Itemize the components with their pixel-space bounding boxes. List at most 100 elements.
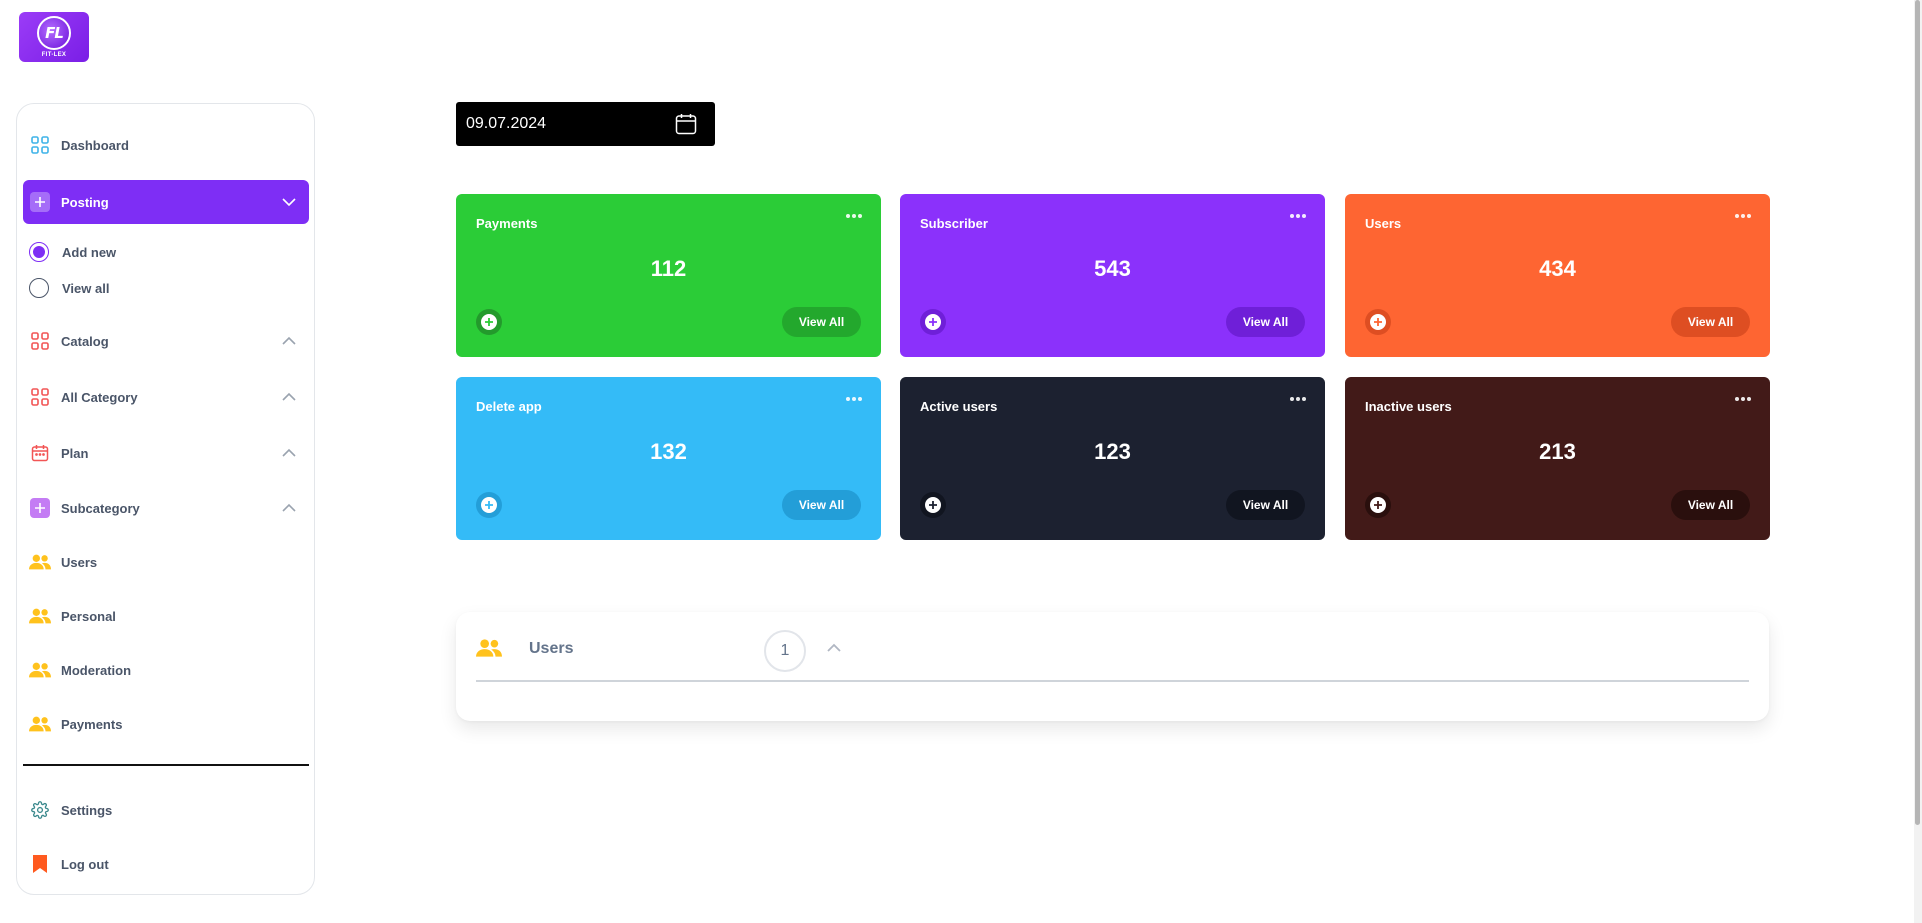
stat-card: Active users 123 View All bbox=[900, 377, 1325, 540]
sidebar-divider bbox=[23, 764, 309, 766]
sidebar-subitem-label: View all bbox=[62, 280, 110, 296]
sidebar-item-label: All Category bbox=[61, 389, 138, 405]
stat-card: Users 434 View All bbox=[1345, 194, 1770, 357]
chevron-down-icon[interactable] bbox=[281, 194, 297, 210]
plus-circle-icon bbox=[481, 314, 497, 330]
grid-icon bbox=[29, 386, 51, 408]
sidebar-subitem-add-new[interactable]: Add new bbox=[29, 238, 116, 266]
add-button[interactable] bbox=[920, 492, 946, 518]
sidebar-item-plan[interactable]: Plan bbox=[23, 431, 309, 475]
more-options-icon[interactable] bbox=[845, 396, 863, 402]
sidebar-item-label: Plan bbox=[61, 445, 89, 461]
more-options-icon[interactable] bbox=[1289, 213, 1307, 219]
view-all-button[interactable]: View All bbox=[1226, 307, 1305, 337]
sidebar-item-label: Moderation bbox=[61, 662, 132, 678]
sidebar-item-label: Log out bbox=[61, 856, 109, 872]
stat-card-title: Users bbox=[1365, 216, 1402, 231]
users-panel: Users 1 bbox=[456, 612, 1769, 721]
users-icon bbox=[29, 713, 51, 735]
users-count-badge: 1 bbox=[764, 630, 806, 672]
grid-icon bbox=[29, 134, 51, 156]
view-all-button[interactable]: View All bbox=[1671, 307, 1750, 337]
sidebar-subitem-label: Add new bbox=[62, 244, 117, 260]
sidebar-subitem-view-all[interactable]: View all bbox=[29, 274, 109, 302]
more-options-icon[interactable] bbox=[845, 213, 863, 219]
chevron-up-icon[interactable] bbox=[281, 389, 297, 405]
sidebar-item-settings[interactable]: Settings bbox=[23, 788, 309, 832]
sidebar-item-catalog[interactable]: Catalog bbox=[23, 319, 309, 363]
stat-card: Subscriber 543 View All bbox=[900, 194, 1325, 357]
sidebar-item-label: Settings bbox=[61, 802, 113, 818]
stat-card-value: 132 bbox=[650, 439, 687, 464]
sidebar-item-label: Dashboard bbox=[61, 137, 129, 153]
plus-circle-icon bbox=[1370, 497, 1386, 513]
calendar-icon bbox=[29, 442, 51, 464]
stat-card-value: 213 bbox=[1539, 439, 1576, 464]
sidebar-item-label: Users bbox=[61, 554, 98, 570]
sidebar-item-dashboard[interactable]: Dashboard bbox=[23, 123, 309, 167]
gear-icon bbox=[29, 799, 51, 821]
radio-selected[interactable] bbox=[29, 242, 49, 262]
add-button[interactable] bbox=[920, 309, 946, 335]
view-all-button[interactable]: View All bbox=[1671, 490, 1750, 520]
grid-icon bbox=[29, 330, 51, 352]
stat-card-value: 112 bbox=[650, 256, 687, 281]
sidebar-item-label: Personal bbox=[61, 608, 116, 624]
plus-circle-icon bbox=[1370, 314, 1386, 330]
sidebar-item-moderation[interactable]: Moderation bbox=[23, 648, 309, 692]
view-all-button[interactable]: View All bbox=[782, 307, 861, 337]
add-button[interactable] bbox=[1365, 492, 1391, 518]
stat-card: Payments 112 View All bbox=[456, 194, 881, 357]
app-logo[interactable]: FL FIT-LEX bbox=[19, 12, 89, 62]
radio-unselected[interactable] bbox=[29, 278, 49, 298]
stat-card-title: Delete app bbox=[476, 399, 542, 414]
more-options-icon[interactable] bbox=[1734, 396, 1752, 402]
sidebar-item-payments[interactable]: Payments bbox=[23, 702, 309, 746]
chevron-up-icon[interactable] bbox=[826, 640, 842, 656]
plus-circle-icon bbox=[925, 497, 941, 513]
plus-square-icon bbox=[29, 497, 51, 519]
stat-card-value: 123 bbox=[1094, 439, 1131, 464]
scrollbar-thumb[interactable] bbox=[1915, 0, 1920, 825]
sidebar-item-all-category[interactable]: All Category bbox=[23, 375, 309, 419]
add-button[interactable] bbox=[476, 492, 502, 518]
stat-card-title: Payments bbox=[476, 216, 538, 231]
date-input[interactable] bbox=[466, 115, 666, 133]
view-all-button[interactable]: View All bbox=[1226, 490, 1305, 520]
sidebar-item-logout[interactable]: Log out bbox=[23, 842, 309, 886]
sidebar-item-subcategory[interactable]: Subcategory bbox=[23, 486, 309, 530]
add-button[interactable] bbox=[476, 309, 502, 335]
logo-text: FIT-LEX bbox=[41, 52, 67, 58]
chevron-up-icon[interactable] bbox=[281, 445, 297, 461]
page-scrollbar[interactable] bbox=[1914, 0, 1922, 923]
users-icon bbox=[476, 638, 502, 663]
sidebar-item-personal[interactable]: Personal bbox=[23, 594, 309, 638]
stat-card: Delete app 132 View All bbox=[456, 377, 881, 540]
sidebar: Dashboard Posting Add new View all Catal… bbox=[16, 103, 315, 895]
stat-card: Inactive users 213 View All bbox=[1345, 377, 1770, 540]
sidebar-item-posting[interactable]: Posting bbox=[23, 180, 309, 224]
calendar-icon[interactable] bbox=[675, 113, 697, 135]
users-icon bbox=[29, 605, 51, 627]
sidebar-item-label: Posting bbox=[61, 194, 109, 210]
sidebar-item-users[interactable]: Users bbox=[23, 540, 309, 584]
chevron-up-icon[interactable] bbox=[281, 333, 297, 349]
logo-emblem: FL bbox=[37, 16, 71, 50]
view-all-button[interactable]: View All bbox=[782, 490, 861, 520]
logo-letters: FL bbox=[45, 24, 64, 42]
stat-card-value: 434 bbox=[1539, 256, 1576, 281]
add-button[interactable] bbox=[1365, 309, 1391, 335]
sidebar-item-label: Payments bbox=[61, 716, 123, 732]
plus-circle-icon bbox=[925, 314, 941, 330]
stat-card-title: Inactive users bbox=[1365, 399, 1452, 414]
more-options-icon[interactable] bbox=[1734, 213, 1752, 219]
stat-card-title: Active users bbox=[920, 399, 998, 414]
plus-square-icon bbox=[29, 191, 51, 213]
chevron-up-icon[interactable] bbox=[281, 500, 297, 516]
bookmark-icon bbox=[29, 853, 51, 875]
users-panel-divider bbox=[476, 680, 1749, 682]
stat-card-title: Subscriber bbox=[920, 216, 988, 231]
more-options-icon[interactable] bbox=[1289, 396, 1307, 402]
users-icon bbox=[29, 551, 51, 573]
date-picker[interactable] bbox=[456, 102, 715, 146]
